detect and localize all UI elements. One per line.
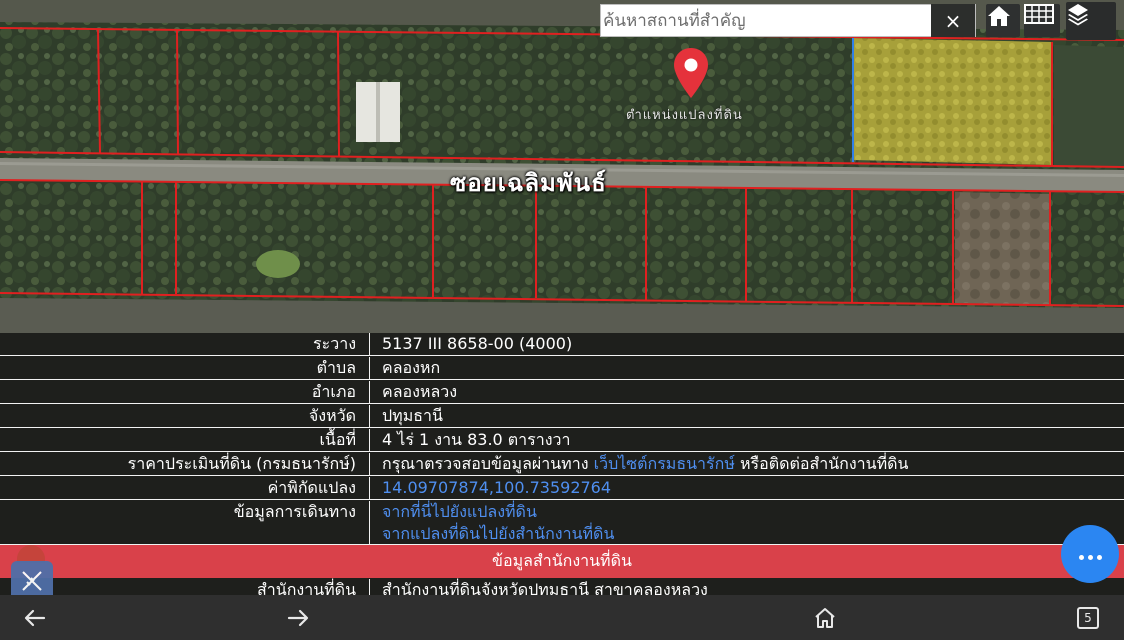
price-text: กรุณาตรวจสอบข้อมูลผ่านทาง — [382, 454, 594, 473]
row-label: เนื้อที่ — [319, 430, 356, 449]
grid-icon — [1024, 4, 1054, 24]
row-label: ข้อมูลการเดินทาง — [233, 502, 356, 521]
table-row: จังหวัด ปทุมธานี — [0, 405, 1124, 428]
row-value: 4 ไร่ 1 งาน 83.0 ตารางวา — [382, 430, 571, 449]
row-value: คลองหลวง — [382, 382, 458, 401]
back-button[interactable] — [13, 601, 57, 635]
home-button[interactable] — [986, 4, 1020, 37]
section-header: ข้อมูลสำนักงานที่ดิน — [0, 545, 1124, 578]
close-icon: × — [944, 8, 962, 33]
row-value: กรุณาตรวจสอบข้อมูลผ่านทาง เว็บไซต์กรมธนา… — [382, 453, 908, 475]
table-row: สำนักงานที่ดิน สำนักงานที่ดินจังหวัดปทุม… — [0, 579, 1124, 595]
search-bar: × — [600, 4, 976, 37]
parcel-info-panel: ระวาง 5137 III 8658-00 (4000) ตำบล คลองห… — [0, 333, 1124, 595]
tabs-button[interactable]: 5 — [1066, 601, 1110, 635]
map-view[interactable]: ซอยเฉลิมพันธ์ ตำแหน่งแปลงที่ดิน × — [0, 0, 1124, 333]
more-options-button[interactable] — [1061, 525, 1119, 583]
row-label: ค่าพิกัดแปลง — [267, 478, 356, 497]
search-input[interactable] — [601, 6, 935, 35]
tabs-icon: 5 — [1077, 607, 1099, 629]
row-value: คลองหก — [382, 358, 441, 377]
layers-button[interactable] — [1066, 2, 1116, 40]
forward-arrow-icon — [287, 609, 309, 627]
grid-toggle-button[interactable] — [1024, 4, 1060, 37]
road-name-label: ซอยเฉลิมพันธ์ — [450, 169, 607, 197]
layers-icon — [1068, 4, 1088, 26]
row-value: 5137 III 8658-00 (4000) — [382, 334, 573, 353]
table-row: ตำบล คลองหก — [0, 357, 1124, 380]
directions-to-parcel-link[interactable]: จากที่นี่ไปยังแปลงที่ดิน — [382, 501, 537, 523]
forward-button[interactable] — [276, 601, 320, 635]
directions-to-office-link[interactable]: จากแปลงที่ดินไปยังสำนักงานที่ดิน — [382, 523, 614, 545]
home-icon — [815, 608, 835, 628]
treasury-website-link[interactable]: เว็บไซต์กรมธนารักษ์ — [594, 454, 740, 473]
row-label: สำนักงานที่ดิน — [257, 580, 356, 595]
map-pin-icon[interactable] — [672, 46, 710, 100]
pin-caption: ตำแหน่งแปลงที่ดิน — [626, 108, 743, 123]
row-value: สำนักงานที่ดินจังหวัดปทุมธานี สาขาคลองหล… — [382, 580, 708, 595]
table-row: ค่าพิกัดแปลง 14.09707874,100.73592764 — [0, 477, 1124, 500]
browser-home-button[interactable] — [803, 601, 847, 635]
price-text-after: หรือติดต่อสำนักงานที่ดิน — [739, 454, 909, 473]
ruler-icon — [22, 571, 42, 591]
search-clear-button[interactable]: × — [931, 4, 975, 37]
row-label: ตำบล — [316, 358, 356, 377]
table-row: ระวาง 5137 III 8658-00 (4000) — [0, 333, 1124, 356]
table-row: อำเภอ คลองหลวง — [0, 381, 1124, 404]
home-icon — [988, 6, 1010, 26]
table-row: ราคาประเมินที่ดิน (กรมธนารักษ์) กรุณาตรว… — [0, 453, 1124, 476]
row-label: อำเภอ — [311, 382, 356, 401]
row-value: ปทุมธานี — [382, 406, 443, 425]
row-label: ราคาประเมินที่ดิน (กรมธนารักษ์) — [127, 454, 356, 473]
back-arrow-icon — [24, 609, 46, 627]
table-row: ข้อมูลการเดินทาง จากที่นี่ไปยังแปลงที่ดิ… — [0, 501, 1124, 545]
row-label: จังหวัด — [308, 406, 356, 425]
row-label: ระวาง — [313, 334, 356, 353]
more-dots-icon — [1077, 545, 1104, 564]
browser-toolbar: 5 — [0, 595, 1124, 640]
coordinates-link[interactable]: 14.09707874,100.73592764 — [382, 477, 611, 499]
table-row: เนื้อที่ 4 ไร่ 1 งาน 83.0 ตารางวา — [0, 429, 1124, 452]
